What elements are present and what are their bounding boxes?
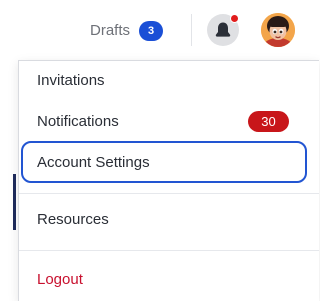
- notifications-button[interactable]: [207, 14, 239, 46]
- menu-item-notifications[interactable]: Notifications: [37, 111, 119, 133]
- menu-divider: [19, 250, 319, 251]
- drafts-count-badge: 3: [139, 21, 164, 41]
- drafts-link[interactable]: Drafts 3: [90, 20, 164, 42]
- top-bar: Drafts 3: [0, 0, 311, 60]
- bell-icon: [215, 22, 231, 37]
- avatar-image: [261, 13, 295, 47]
- notification-dot: [230, 14, 239, 23]
- drafts-label: Drafts: [90, 22, 131, 39]
- menu-item-logout[interactable]: Logout: [37, 269, 83, 291]
- menu-item-account-settings[interactable]: Account Settings: [37, 152, 150, 174]
- background-edge: [13, 174, 16, 230]
- menu-item-invitations[interactable]: Invitations: [37, 70, 105, 92]
- header-divider: [191, 14, 192, 46]
- avatar[interactable]: [261, 13, 295, 47]
- account-dropdown-menu: Invitations Notifications 30 Account Set…: [18, 60, 319, 301]
- menu-item-resources[interactable]: Resources: [37, 209, 109, 231]
- menu-divider: [19, 193, 319, 194]
- notifications-count-badge: 30: [248, 111, 289, 132]
